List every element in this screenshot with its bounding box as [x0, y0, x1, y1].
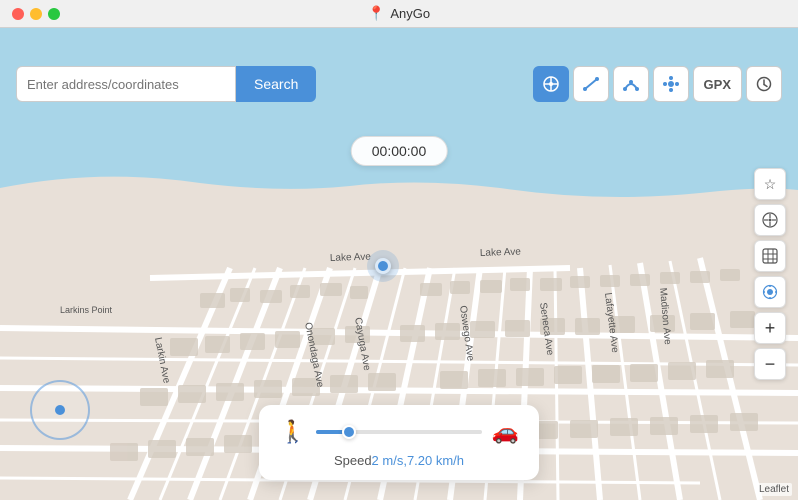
- speed-label: Speed 2 m/s,7.20 km/h: [279, 453, 519, 468]
- map-container[interactable]: Lake Ave Lake Ave Madison Ave Lafayette …: [0, 28, 798, 500]
- zoom-out-button[interactable]: −: [754, 348, 786, 380]
- map-type-button[interactable]: [754, 240, 786, 272]
- one-stop-route-button[interactable]: [573, 66, 609, 102]
- toolbar: Search: [0, 56, 798, 112]
- traffic-lights: [12, 8, 60, 20]
- speed-slider-container[interactable]: [316, 430, 481, 434]
- timer-display: 00:00:00: [351, 136, 448, 166]
- svg-text:Larkins Point: Larkins Point: [60, 305, 113, 315]
- history-button[interactable]: [746, 66, 782, 102]
- compass-button[interactable]: [754, 204, 786, 236]
- gpx-button[interactable]: GPX: [693, 66, 742, 102]
- my-location-button[interactable]: [754, 276, 786, 308]
- car-icon: 🚗: [492, 419, 519, 445]
- search-button[interactable]: Search: [236, 66, 316, 102]
- minimize-button[interactable]: [30, 8, 42, 20]
- app-icon: 📍: [368, 5, 385, 22]
- titlebar: 📍 AnyGo: [0, 0, 798, 28]
- speed-value: 2 m/s,7.20 km/h: [372, 453, 464, 468]
- toolbar-tools: GPX: [533, 66, 782, 102]
- leaflet-attribution: Leaflet: [756, 483, 792, 496]
- maximize-button[interactable]: [48, 8, 60, 20]
- app-title-area: 📍 AnyGo: [368, 5, 430, 22]
- app-title: AnyGo: [390, 6, 430, 21]
- walk-icon: 🚶: [279, 419, 306, 445]
- zoom-in-button[interactable]: +: [754, 312, 786, 344]
- map-controls: ☆: [754, 168, 786, 380]
- map-marker[interactable]: [375, 258, 391, 274]
- search-area: Search: [16, 66, 316, 102]
- teleport-mode-button[interactable]: [533, 66, 569, 102]
- speed-text: Speed: [334, 453, 372, 468]
- speed-panel: 🚶 🚗 Speed 2 m/s,7.20 km/h: [259, 405, 539, 480]
- favorites-button[interactable]: ☆: [754, 168, 786, 200]
- speed-control-row: 🚶 🚗: [279, 419, 519, 445]
- close-button[interactable]: [12, 8, 24, 20]
- marker-pulse: [367, 250, 399, 282]
- mini-compass-circle[interactable]: [30, 380, 90, 440]
- mini-compass-dot: [55, 405, 65, 415]
- multi-stop-route-button[interactable]: [613, 66, 649, 102]
- search-input[interactable]: [16, 66, 236, 102]
- joystick-mode-button[interactable]: [653, 66, 689, 102]
- svg-text:Lake Ave: Lake Ave: [330, 252, 372, 264]
- svg-text:Lake Ave: Lake Ave: [480, 247, 522, 259]
